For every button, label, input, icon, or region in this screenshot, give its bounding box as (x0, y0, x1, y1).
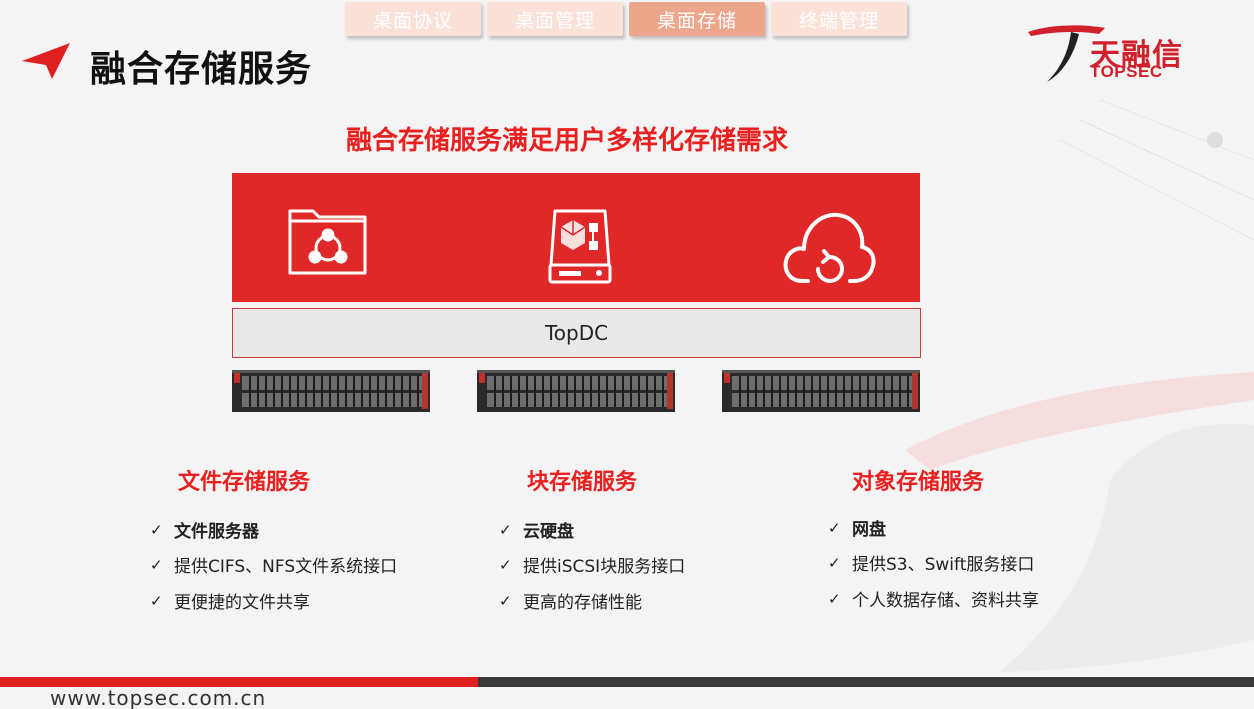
check-icon: ✓ (828, 553, 841, 572)
list-item: ✓ 提供iSCSI块服务接口 (499, 552, 686, 578)
server-rack-image (477, 370, 675, 412)
check-icon: ✓ (499, 520, 512, 539)
topdc-platform-bar: TopDC (232, 308, 921, 358)
tab-desktop-protocol[interactable]: 桌面协议 (345, 2, 481, 36)
footer-bar-dark (478, 677, 1254, 687)
section-tabs: 桌面协议 桌面管理 桌面存储 终端管理 (345, 2, 907, 38)
list-item-label: 云硬盘 (523, 522, 574, 542)
check-icon: ✓ (499, 591, 512, 610)
folder-share-icon (288, 209, 367, 275)
tab-terminal-management[interactable]: 终端管理 (771, 2, 907, 36)
list-item-label: 提供CIFS、NFS文件系统接口 (174, 557, 398, 577)
tab-desktop-management[interactable]: 桌面管理 (487, 2, 623, 36)
list-item: ✓ 更高的存储性能 (499, 588, 642, 614)
headline: 融合存储服务满足用户多样化存储需求 (345, 126, 788, 156)
list-item-label: 文件服务器 (174, 522, 259, 542)
list-item-label: 个人数据存储、资料共享 (852, 591, 1039, 611)
list-item: ✓ 文件服务器 (150, 517, 259, 543)
list-item-label: 更高的存储性能 (523, 593, 642, 613)
list-item: ✓ 更便捷的文件共享 (150, 588, 310, 614)
storage-icons-panel (232, 173, 920, 302)
server-rack-image (232, 370, 430, 412)
object-storage-title: 对象存储服务 (852, 470, 985, 495)
list-item-label: 网盘 (852, 520, 886, 540)
tab-desktop-storage[interactable]: 桌面存储 (629, 2, 765, 36)
page-title: 融合存储服务 (90, 49, 313, 90)
list-item: ✓ 提供S3、Swift服务接口 (828, 550, 1035, 576)
check-icon: ✓ (828, 589, 841, 608)
list-item-label: 更便捷的文件共享 (174, 593, 310, 613)
check-icon: ✓ (150, 555, 163, 574)
check-icon: ✓ (150, 520, 163, 539)
block-storage-title: 块存储服务 (527, 470, 638, 495)
file-storage-title: 文件存储服务 (178, 470, 311, 495)
list-item: ✓ 云硬盘 (499, 517, 574, 543)
list-item-label: 提供iSCSI块服务接口 (523, 557, 686, 577)
check-icon: ✓ (150, 591, 163, 610)
check-icon: ✓ (828, 518, 841, 537)
cloud-upload-icon (783, 212, 876, 283)
list-item: ✓ 网盘 (828, 515, 886, 541)
list-item: ✓ 个人数据存储、资料共享 (828, 586, 1039, 612)
check-icon: ✓ (499, 555, 512, 574)
server-rack-image (722, 370, 920, 412)
title-arrow-icon (22, 43, 70, 79)
footer-url: www.topsec.com.cn (50, 686, 267, 709)
list-item: ✓ 提供CIFS、NFS文件系统接口 (150, 552, 398, 578)
logo-text-en: TOPSEC (1090, 62, 1163, 81)
block-storage-icon (548, 209, 612, 284)
list-item-label: 提供S3、Swift服务接口 (852, 555, 1035, 575)
